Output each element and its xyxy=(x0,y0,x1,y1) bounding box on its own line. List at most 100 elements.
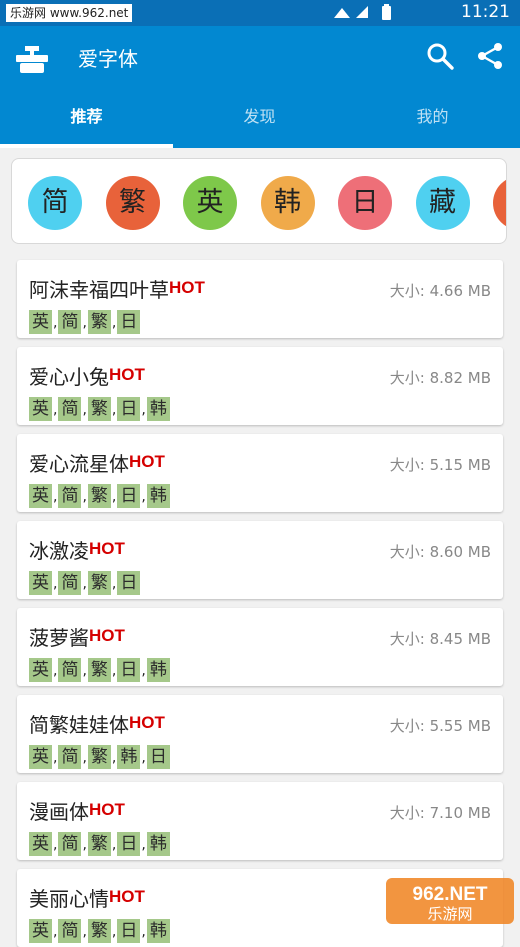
language-chip[interactable]: 简 xyxy=(28,176,82,230)
language-tag: 英 xyxy=(29,397,52,421)
language-tag: 繁 xyxy=(87,397,111,421)
language-tag: 英 xyxy=(29,745,52,769)
watermark-logo-bottom: 乐游网 xyxy=(427,905,472,923)
tag-separator: , xyxy=(111,315,117,331)
status-bar: 乐游网 www.962.net 11:21 xyxy=(0,0,520,26)
language-tag: 日 xyxy=(117,310,141,334)
language-tag: 日 xyxy=(117,571,141,595)
tag-separator: , xyxy=(141,924,146,940)
language-tag: 韩 xyxy=(146,658,170,682)
search-icon[interactable] xyxy=(424,40,456,72)
language-chip[interactable]: 英 xyxy=(183,176,237,230)
language-tag: 简 xyxy=(58,658,82,682)
font-name: 阿沫幸福四叶草HOT xyxy=(29,274,205,303)
tab-indicator xyxy=(0,144,173,148)
hot-badge: HOT xyxy=(129,713,165,732)
language-tag: 英 xyxy=(29,571,52,595)
tag-separator: , xyxy=(111,924,117,940)
language-chip[interactable]: 日 xyxy=(338,176,392,230)
tag-separator: , xyxy=(141,837,146,853)
tag-separator: , xyxy=(82,663,87,679)
language-tag: 英 xyxy=(29,484,52,508)
font-size-label: 大小: 7.10 MB xyxy=(389,804,491,822)
tag-separator: , xyxy=(141,402,146,418)
font-name: 美丽心情HOT xyxy=(29,883,145,912)
language-tag: 韩 xyxy=(146,484,170,508)
font-card[interactable]: 爱心流星体HOT 大小: 5.15 MB 英, 简, 繁, 日, 韩 xyxy=(17,434,503,512)
tag-separator: , xyxy=(82,315,87,331)
share-icon[interactable] xyxy=(474,40,506,72)
font-name-text: 美丽心情 xyxy=(29,887,109,911)
tag-separator: , xyxy=(82,837,87,853)
tag-separator: , xyxy=(111,576,117,592)
tag-separator: , xyxy=(82,402,87,418)
tag-separator: , xyxy=(53,924,58,940)
tag-separator: , xyxy=(141,489,146,505)
tab-recommend[interactable]: 推荐 xyxy=(0,90,173,148)
signal-wifi-battery-icon xyxy=(334,4,391,20)
hot-badge: HOT xyxy=(89,800,125,819)
tag-separator: , xyxy=(82,576,87,592)
language-tag: 韩 xyxy=(146,919,170,943)
tag-row: 英,简,繁,日,韩 xyxy=(29,658,170,682)
tag-separator: , xyxy=(111,663,117,679)
language-tag: 繁 xyxy=(87,310,111,334)
font-card[interactable]: 漫画体HOT 大小: 7.10 MB 英, 简, 繁, 日, 韩 xyxy=(17,782,503,860)
language-tag: 日 xyxy=(117,832,141,856)
tab-discover[interactable]: 发现 xyxy=(173,90,346,148)
language-chip[interactable]: 藏 xyxy=(415,176,470,230)
language-tag: 繁 xyxy=(87,571,111,595)
language-tag: 简 xyxy=(58,571,82,595)
tag-separator: , xyxy=(53,315,58,331)
tag-separator: , xyxy=(141,663,146,679)
language-tag: 韩 xyxy=(117,745,141,769)
font-name-text: 简繁娃娃体 xyxy=(29,713,129,737)
font-size-label: 大小: 8.82 MB xyxy=(389,369,491,387)
tag-separator: , xyxy=(141,750,146,766)
font-card[interactable]: 简繁娃娃体HOT 大小: 5.55 MB 英, 简, 繁, 韩, 日 xyxy=(17,695,503,773)
tag-row: 英,简,繁,日 xyxy=(29,571,141,595)
language-tag: 英 xyxy=(29,832,52,856)
watermark-label: 乐游网 www.962.net xyxy=(6,4,133,22)
watermark-logo: 962.NET 乐游网 xyxy=(386,878,514,924)
tag-separator: , xyxy=(111,837,117,853)
language-tag: 日 xyxy=(117,484,141,508)
app-bar: 爱字体 推荐 发现 我的 xyxy=(0,26,520,148)
tag-row: 英,简,繁,日,韩 xyxy=(29,919,170,943)
font-name-text: 漫画体 xyxy=(29,800,89,824)
tag-row: 英,简,繁,日 xyxy=(29,310,141,334)
font-name: 菠萝酱HOT xyxy=(29,622,125,651)
hot-badge: HOT xyxy=(169,278,205,297)
language-tag: 繁 xyxy=(87,484,111,508)
language-tag: 简 xyxy=(58,310,82,334)
status-icons xyxy=(332,4,402,26)
font-name-text: 阿沫幸福四叶草 xyxy=(29,278,169,302)
font-size-label: 大小: 4.66 MB xyxy=(389,282,491,300)
font-name: 爱心小兔HOT xyxy=(29,361,145,390)
language-chip[interactable] xyxy=(493,176,506,230)
app-logo-icon xyxy=(16,46,48,73)
font-card[interactable]: 冰激凌HOT 大小: 8.60 MB 英, 简, 繁, 日 xyxy=(17,521,503,599)
font-size-label: 大小: 8.60 MB xyxy=(389,543,491,561)
font-card[interactable]: 菠萝酱HOT 大小: 8.45 MB 英, 简, 繁, 日, 韩 xyxy=(17,608,503,686)
tag-separator: , xyxy=(53,663,58,679)
language-tag: 简 xyxy=(58,919,82,943)
language-filter-strip: 简繁英韩日藏 xyxy=(11,158,507,244)
language-chip[interactable]: 韩 xyxy=(260,176,315,230)
language-tag: 繁 xyxy=(87,832,111,856)
tag-row: 英,简,繁,日,韩 xyxy=(29,397,170,421)
language-chip[interactable]: 繁 xyxy=(105,176,160,230)
tag-row: 英,简,繁,韩,日 xyxy=(29,745,170,769)
tab-mine[interactable]: 我的 xyxy=(346,90,519,148)
font-name: 漫画体HOT xyxy=(29,796,125,825)
language-tag: 日 xyxy=(117,919,141,943)
tag-separator: , xyxy=(111,750,117,766)
watermark-logo-top: 962.NET xyxy=(413,884,488,905)
tag-row: 英,简,繁,日,韩 xyxy=(29,484,170,508)
font-card[interactable]: 爱心小兔HOT 大小: 8.82 MB 英, 简, 繁, 日, 韩 xyxy=(17,347,503,425)
hot-badge: HOT xyxy=(89,626,125,645)
language-tag: 繁 xyxy=(87,919,111,943)
language-tag: 日 xyxy=(117,397,141,421)
language-tag: 简 xyxy=(58,832,82,856)
font-card[interactable]: 阿沫幸福四叶草HOT 大小: 4.66 MB 英, 简, 繁, 日 xyxy=(17,260,503,338)
